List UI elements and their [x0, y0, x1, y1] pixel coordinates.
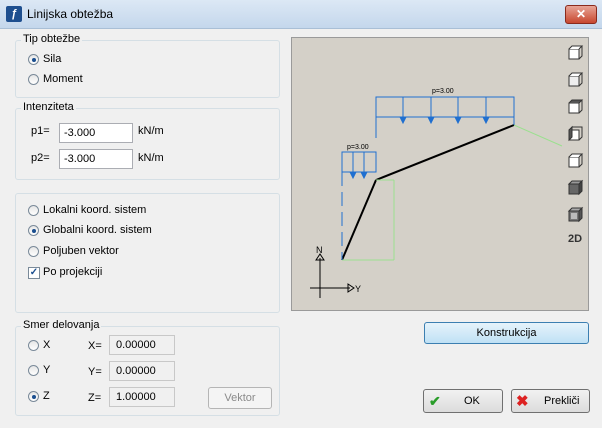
p2-label: p2= [31, 152, 50, 164]
y-value: 0.00000 [109, 361, 175, 381]
close-button[interactable]: ✕ [565, 5, 597, 24]
smer-group-label: Smer delovanja [21, 319, 102, 331]
radio-moment[interactable] [28, 74, 39, 85]
cancel-button[interactable]: ✖ Prekliči [511, 389, 590, 413]
radio-sila-label: Sila [43, 53, 62, 65]
radio-globalni[interactable] [28, 225, 39, 236]
radio-poljuben-label: Poljuben vektor [43, 245, 119, 257]
radio-globalni-label: Globalni koord. sistem [43, 224, 152, 236]
radio-x-label: X [43, 339, 51, 351]
radio-sila[interactable] [28, 54, 39, 65]
radio-moment-label: Moment [43, 73, 83, 85]
view-2d-button[interactable]: 2D [564, 233, 586, 245]
radio-z-label: Z [43, 390, 50, 402]
p2-input[interactable]: -3.000 [59, 149, 133, 169]
cancel-icon: ✖ [516, 393, 529, 410]
radio-y-label: Y [43, 364, 51, 376]
p1-unit: kN/m [138, 125, 164, 137]
radio-lokalni-label: Lokalni koord. sistem [43, 204, 147, 216]
app-icon: ƒ [6, 6, 22, 22]
title-bar: ƒ Linijska obtežba ✕ [0, 0, 602, 29]
structure-drawing: p=3.00 p=3.00 N Y [310, 88, 563, 298]
radio-poljuben[interactable] [28, 246, 39, 257]
p2-unit: kN/m [138, 152, 164, 164]
konstrukcija-button[interactable]: Konstrukcija [424, 322, 589, 344]
window-title: Linijska obtežba [27, 7, 114, 21]
radio-z[interactable] [28, 391, 39, 402]
view-cube-4-icon[interactable] [566, 125, 584, 143]
vector-button[interactable]: Vektor [208, 387, 272, 409]
x-eq-label: X= [88, 340, 102, 352]
p1-input[interactable]: -3.000 [59, 123, 133, 143]
checkbox-projekcija-label: Po projekciji [43, 266, 103, 278]
axis-y-label: Y [355, 284, 361, 294]
view-cube-6-icon[interactable] [566, 179, 584, 197]
radio-lokalni[interactable] [28, 205, 39, 216]
axis-n-label: N [316, 245, 323, 255]
preview-canvas[interactable]: p=3.00 p=3.00 N Y 2D [291, 37, 589, 311]
p1-label: p1= [31, 125, 50, 137]
view-cube-1-icon[interactable] [566, 44, 584, 62]
check-icon: ✔ [429, 393, 441, 409]
intenziteta-group [15, 108, 280, 180]
cancel-label: Prekliči [544, 395, 580, 407]
checkbox-projekcija[interactable]: ✓ [28, 267, 40, 279]
view-cube-5-icon[interactable] [566, 152, 584, 170]
z-eq-label: Z= [88, 392, 102, 404]
load-label-2: p=3.00 [432, 88, 454, 95]
y-eq-label: Y= [88, 366, 102, 378]
ok-button[interactable]: ✔ OK [423, 389, 503, 413]
ok-label: OK [464, 395, 480, 407]
load-label-1: p=3.00 [347, 144, 369, 151]
tip-group [15, 40, 280, 98]
view-cube-7-icon[interactable] [566, 206, 584, 224]
view-cube-3-icon[interactable] [566, 98, 584, 116]
x-value: 0.00000 [109, 335, 175, 355]
radio-y[interactable] [28, 365, 39, 376]
tip-group-label: Tip obtežbe [21, 33, 83, 45]
view-toolbar: 2D [564, 41, 586, 245]
intenziteta-group-label: Intenziteta [21, 101, 76, 113]
view-cube-2-icon[interactable] [566, 71, 584, 89]
z-value: 1.00000 [109, 387, 175, 407]
radio-x[interactable] [28, 340, 39, 351]
